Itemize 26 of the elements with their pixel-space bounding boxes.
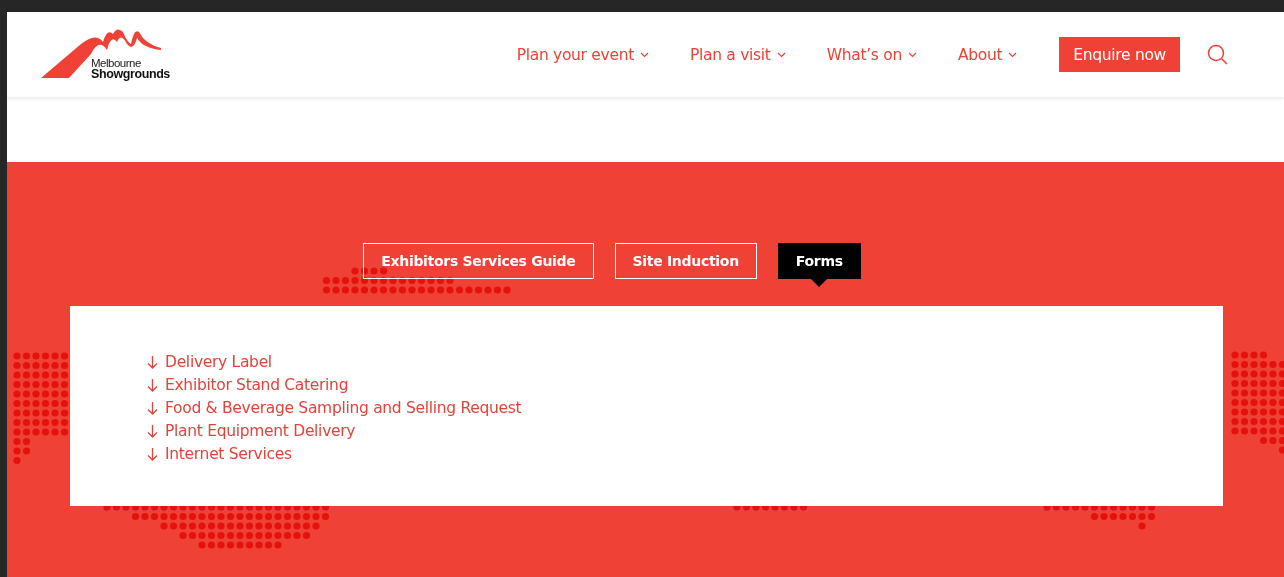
nav-link[interactable]: Plan your event [516, 45, 649, 64]
download-link[interactable]: Internet Services [147, 445, 292, 463]
logo-text: Showgrounds [91, 68, 170, 80]
logo-text: Melbourne [91, 57, 142, 69]
chevron-down-icon [639, 51, 649, 58]
tab[interactable]: Exhibitors Services Guide [363, 243, 594, 279]
chevron-down-icon [907, 51, 917, 58]
nav-link[interactable]: Plan a visit [689, 45, 786, 64]
download-link[interactable]: Exhibitor Stand Catering [147, 376, 349, 394]
arrow-down-icon [147, 401, 158, 415]
tab-pointer-icon [811, 279, 828, 287]
arrow-down-icon [147, 447, 158, 461]
search-icon[interactable] [1207, 44, 1228, 65]
enquire-button[interactable]: Enquire now [1059, 37, 1180, 72]
arrow-down-icon [147, 355, 158, 369]
download-link[interactable]: Food & Beverage Sampling and Selling Request [147, 399, 522, 417]
chevron-down-icon [776, 51, 786, 58]
nav-link[interactable]: About [957, 45, 1018, 64]
chevron-down-icon [1008, 51, 1018, 58]
download-link[interactable]: Delivery Label [147, 353, 272, 371]
arrow-down-icon [147, 424, 158, 438]
nav-link[interactable]: What’s on [826, 45, 917, 64]
arrow-down-icon [147, 378, 158, 392]
tab[interactable]: Forms [777, 243, 861, 279]
tab[interactable]: Site Induction [614, 243, 757, 279]
download-link[interactable]: Plant Equipment Delivery [147, 422, 356, 440]
